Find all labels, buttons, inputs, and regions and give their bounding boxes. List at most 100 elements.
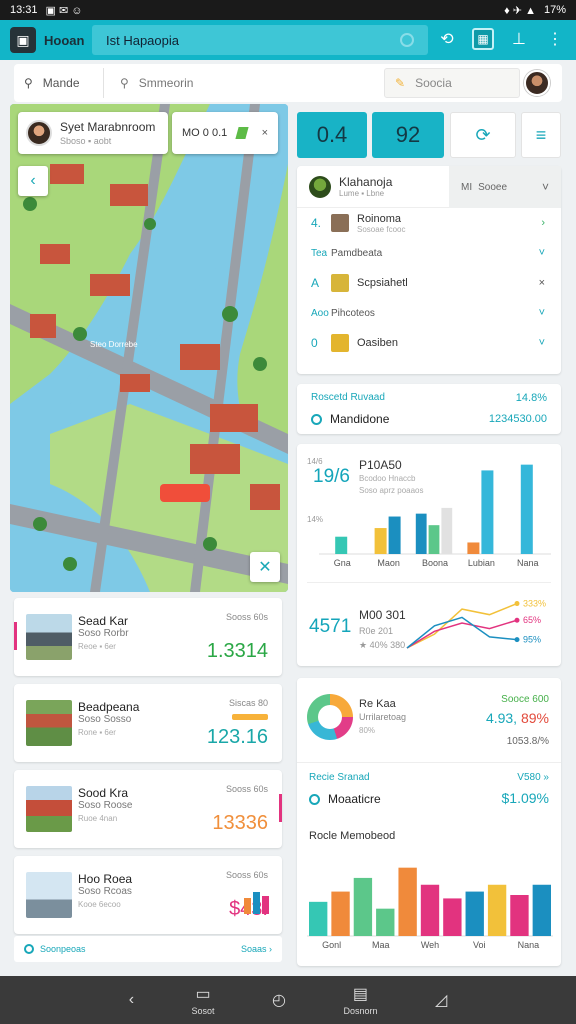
header-sub: Lume ▪ Lbne [339,189,385,198]
search-target-icon[interactable] [400,33,414,47]
stat-tile-1-value: 0.4 [316,122,348,147]
map-street-label: Steo Dorrebe [90,340,138,349]
app-bar: ▣ Hooan Ist Hapaopia ⟲ ▦ ⊥ ⋮ [0,20,576,60]
nav-tab-button[interactable]: ▭ Sosot [192,984,215,1016]
nav-back-button[interactable]: ‹ [129,991,134,1009]
user-list-row[interactable]: A Scpsiahetl × [297,268,561,298]
user-list-header: Klahanoja Lume ▪ Lbne MI Sooee ˅ [297,166,561,208]
chevron-down-icon[interactable]: ˅ [539,307,545,319]
listing-card[interactable]: Hoo RoeaSoso RcoasKooe 6ecooSooss 60s$43… [14,856,282,934]
row-title: Scpsiahetl [357,277,408,289]
chart-bar [465,891,484,936]
grid-icon[interactable]: ▦ [472,28,494,50]
mini-bar [244,898,251,914]
social-field[interactable]: ✎ Soocia [384,68,520,98]
stat-tile-2-value: 92 [395,122,421,147]
filter-icon[interactable]: ⊥ [508,28,530,50]
bar-chart-canvas: Gonl Maa Weh Voi Nana [307,867,553,950]
back-arrow-icon: ‹ [30,172,36,189]
nav-share-button[interactable]: ◿ [435,990,447,1010]
listing-meta: Sooss 60s [225,612,268,622]
metric-label-value: 14.8% [515,392,547,404]
listing-sub2: Ruoe 4nan [78,814,118,823]
row-index: Aoo [311,307,329,319]
map-back-button[interactable]: ‹ [18,166,48,196]
listing-thumbnail [26,786,72,832]
line-series [406,616,518,649]
user-avatar[interactable] [524,70,550,96]
menu-button[interactable]: ≡ [521,112,561,158]
row-index: 0 [311,336,318,350]
nav-label: Dosnorn [343,1006,378,1016]
stat-tile-2[interactable]: 92 [372,112,444,158]
filter-value: Sooee [478,181,508,193]
share-icon: ◿ [434,992,448,1009]
chart1-value: 19/6 [313,466,350,487]
chart-bar [388,516,401,554]
nav-clock-button[interactable]: ◴ [272,990,286,1010]
chart-bar [415,513,427,554]
location-field-text: Mande [42,76,80,90]
row-index: A [311,276,320,290]
notification-icons: ▣ ✉ ☺ [45,4,83,17]
map-close-button[interactable]: ✕ [250,552,280,582]
map-user-card[interactable]: Syet Marabnroom Sboso ▪ aobt [18,112,168,154]
signal-icons: ♦ ✈ ▲ [504,4,536,17]
chart-bar [309,901,328,936]
app-search-input[interactable]: Ist Hapaopia [92,25,428,55]
listing-card[interactable]: Sood Kra Soso Roose Ruoe 4nan Sooss 60s 1333… [14,770,282,848]
query-field[interactable]: ⚲ Smmeorin [120,68,370,98]
nav-list-button[interactable]: ▤ Dosnorn [343,984,377,1016]
x-tick-label: Lubian [468,558,495,568]
listing-card[interactable]: Sead Kar Soso Rorbr Reoe ▪ 6er Sooss 60s 1.3… [14,598,282,676]
close-icon[interactable]: × [262,127,268,139]
radio-icon[interactable] [311,413,322,425]
chart-bar [353,877,373,936]
user-list-panel: Klahanoja Lume ▪ Lbne MI Sooee ˅ 4. Roino… [297,166,561,374]
chevron-down-icon[interactable]: ˅ [539,337,545,349]
user-list-row[interactable]: Aoo Pihcoteos ˅ [297,298,561,328]
footer-row[interactable]: Soonpeoas Soaas › [14,936,282,962]
listing-thumbnail [26,614,72,660]
listing-card[interactable]: Beadpeana Soso Sosso Rone ▪ 6er Siscas 80 12… [14,684,282,762]
chevron-right-icon[interactable]: › [541,217,545,229]
location-field[interactable]: ⚲ Mande [24,68,104,98]
search-icon: ⚲ [24,76,33,90]
city-map[interactable]: Syet Marabnroom Sboso ▪ aobt MO 0 0.1 × … [10,104,288,592]
chart2-sub: R0e 201 [359,626,394,636]
refresh-icon[interactable]: ⟲ [436,28,458,50]
stat-tile-1[interactable]: 0.4 [297,112,367,158]
map-illustration [10,104,288,592]
listing-meta: Sooss 60s [225,784,268,794]
row-thumbnail [331,214,349,232]
listing-thumbnail [26,700,72,746]
chart2-title: M00 301 [359,608,406,622]
row-title: Pihcoteos [331,307,375,319]
pin-icon: ✎ [395,76,406,90]
x-tick-label: Gna [334,558,351,568]
search-bar: ⚲ Mande ⚲ Smmeorin ✎ Soocia [14,64,562,102]
x-tick-label: Nana [518,940,540,950]
row-title: Oasiben [357,337,398,349]
listing-sub: Soso Roose [78,800,133,811]
chart1-sub2: Soso aprz poaaos [359,486,424,495]
user-list-row[interactable]: Tea Pamdbeata ˅ [297,238,561,268]
chart-panel-1: 14/6 14% Gna Maon Boona Lubian Nana 333% 65% 95% … [297,444,561,666]
row-title: Pamdbeata [331,247,383,259]
more-vertical-icon[interactable]: ⋮ [544,28,566,50]
metric-card[interactable]: Roscetd Ruvaad 14.8% Mandidone 1234530.00 [297,384,561,434]
close-icon[interactable]: × [539,277,545,289]
map-chip[interactable]: MO 0 0.1 × [172,112,278,154]
chevron-down-icon[interactable]: ˅ [539,247,545,259]
chart-bar [376,908,395,936]
card-accent [14,622,17,650]
chart2-value: 4571 [309,616,352,637]
line-end-point [514,637,520,643]
filter-dropdown[interactable]: MI Sooee ˅ [449,166,561,208]
bottom-nav: ‹ ▭ Sosot ◴ ▤ Dosnorn ◿ [0,976,576,1024]
sync-button[interactable]: ⟳ [450,112,516,158]
user-list-row[interactable]: 0 Oasiben ˅ [297,328,561,358]
x-tick-label: Maa [372,940,390,950]
row-sub: Sosoae fcooc [357,224,406,234]
user-list-row[interactable]: 4. Roinoma Sosoae fcooc › [297,208,561,238]
